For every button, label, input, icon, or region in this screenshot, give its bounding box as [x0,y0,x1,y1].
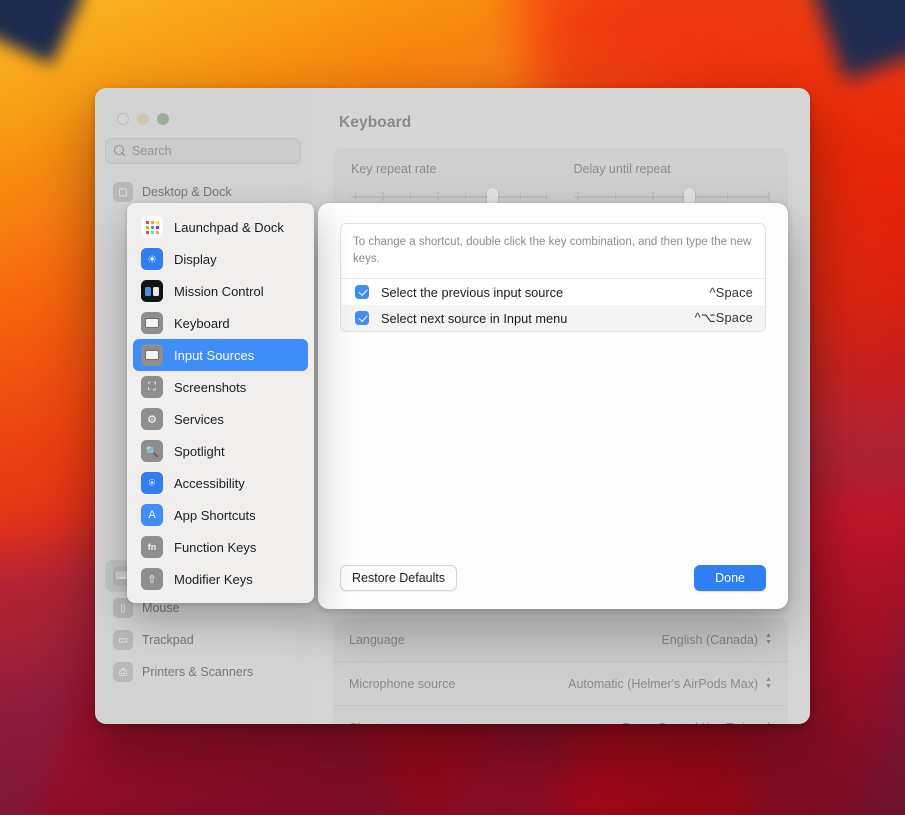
menu-item-label: Accessibility [174,475,245,491]
menu-item-display[interactable]: ☀ Display [133,243,308,275]
menu-item-accessibility[interactable]: ⍟ Accessibility [133,467,308,499]
delay-until-repeat-label: Delay until repeat [573,162,671,176]
menu-item-label: Screenshots [174,379,247,395]
row-shortcut[interactable]: Shortcut Press Control Key Twice ▲▼ [333,706,788,725]
chevron-updown-icon[interactable]: ▲▼ [765,721,772,725]
menu-item-launchpad-dock[interactable]: Launchpad & Dock [133,211,308,243]
menu-item-label: Keyboard [174,315,230,331]
menu-item-services[interactable]: ⚙ Services [133,403,308,435]
restore-defaults-button[interactable]: Restore Defaults [340,565,458,591]
delay-until-repeat-group: Delay until repeat [573,162,770,207]
menu-item-label: Input Sources [174,347,255,363]
sidebar-item-label: Printers & Scanners [142,665,254,679]
shortcuts-dialog-footer: Restore Defaults Done [318,547,788,609]
function-keys-icon: fn [141,536,163,558]
window-controls [105,88,301,132]
shortcuts-hint: To change a shortcut, double click the k… [341,224,765,280]
services-icon: ⚙ [141,408,163,430]
menu-item-label: Spotlight [174,443,225,459]
menu-item-label: Launchpad & Dock [174,219,284,235]
shortcuts-dialog-body: To change a shortcut, double click the k… [318,203,788,547]
menu-item-spotlight[interactable]: 🔍 Spotlight [133,435,308,467]
printer-icon: ⎙ [113,662,133,682]
app-shortcuts-icon: A [141,504,163,526]
chevron-updown-icon[interactable]: ▲▼ [765,632,772,646]
sidebar-item-label: Trackpad [142,633,194,647]
menu-item-label: Modifier Keys [174,571,253,587]
row-value: English (Canada) [661,632,759,647]
spotlight-icon: 🔍 [141,440,163,462]
menu-item-mission-control[interactable]: Mission Control [133,275,308,307]
row-microphone-source[interactable]: Microphone source Automatic (Helmer's Ai… [333,662,788,706]
page-title: Keyboard [339,114,412,131]
checkbox-checked-icon[interactable] [355,311,369,326]
keyboard-icon [141,312,163,334]
search-input[interactable]: Search [105,138,301,164]
mission-control-icon [141,280,163,302]
shortcuts-dialog: To change a shortcut, double click the k… [318,203,788,609]
search-icon [114,145,126,157]
menu-item-screenshots[interactable]: ⛶ Screenshots [133,371,308,403]
screenshots-icon: ⛶ [141,376,163,398]
settings-rows: Language English (Canada) ▲ ▼ Microphone … [333,618,788,724]
close-button[interactable] [117,113,129,125]
menu-item-label: Services [174,411,224,427]
sidebar-item-label: Desktop & Dock [142,185,232,199]
shortcut-name: Select the previous input source [381,284,564,300]
shortcut-row[interactable]: Select next source in Input menu ^⌥Space [341,305,765,332]
menu-item-label: Function Keys [174,539,257,555]
chevron-updown-icon[interactable]: ▲▼ [765,676,772,690]
desktop-dock-icon: ▢ [113,182,133,202]
row-value: Automatic (Helmer's AirPods Max) [568,676,759,691]
lower-settings-group: Language English (Canada) ▲ ▼ Microphone … [311,608,810,724]
display-icon: ☀ [141,248,163,270]
shortcut-row[interactable]: Select the previous input source ^Space [341,279,765,305]
row-label: Shortcut [349,721,396,724]
maximize-button[interactable] [157,113,169,125]
menu-item-label: Mission Control [174,283,264,299]
menu-item-app-shortcuts[interactable]: A App Shortcuts [133,499,308,531]
shortcut-keys[interactable]: ^⌥Space [695,310,753,326]
row-value: Press Control Key Twice [622,721,758,724]
key-repeat-rate-group: Key repeat rate [351,162,548,207]
menu-item-input-sources[interactable]: Input Sources [133,339,308,371]
input-sources-icon [141,344,163,366]
row-label: Microphone source [349,676,456,691]
search-placeholder: Search [132,144,172,158]
menu-item-label: Display [174,251,217,267]
sidebar-item-printers-scanners[interactable]: ⎙ Printers & Scanners [105,656,301,688]
shortcuts-panel: To change a shortcut, double click the k… [340,223,766,333]
row-label: Language [349,632,405,647]
modifier-keys-icon: ⇧ [141,568,163,590]
row-language[interactable]: Language English (Canada) ▲ ▼ [333,618,788,662]
launchpad-icon [141,216,163,238]
sidebar-item-label: Mouse [142,601,180,615]
menu-item-function-keys[interactable]: fn Function Keys [133,531,308,563]
menu-item-keyboard[interactable]: Keyboard [133,307,308,339]
done-button[interactable]: Done [694,565,766,591]
category-popup-menu: Launchpad & Dock ☀ Display Mission Contr… [127,203,314,603]
shortcut-keys[interactable]: ^Space [710,285,754,300]
trackpad-icon: ▭ [113,630,133,650]
key-repeat-rate-label: Key repeat rate [351,162,437,176]
minimize-button[interactable] [137,113,149,125]
shortcut-name: Select next source in Input menu [381,310,568,326]
menu-item-label: App Shortcuts [174,507,256,523]
sidebar-item-trackpad[interactable]: ▭ Trackpad [105,624,301,656]
accessibility-icon: ⍟ [141,472,163,494]
menu-item-modifier-keys[interactable]: ⇧ Modifier Keys [133,563,308,595]
checkbox-checked-icon[interactable] [355,285,369,300]
